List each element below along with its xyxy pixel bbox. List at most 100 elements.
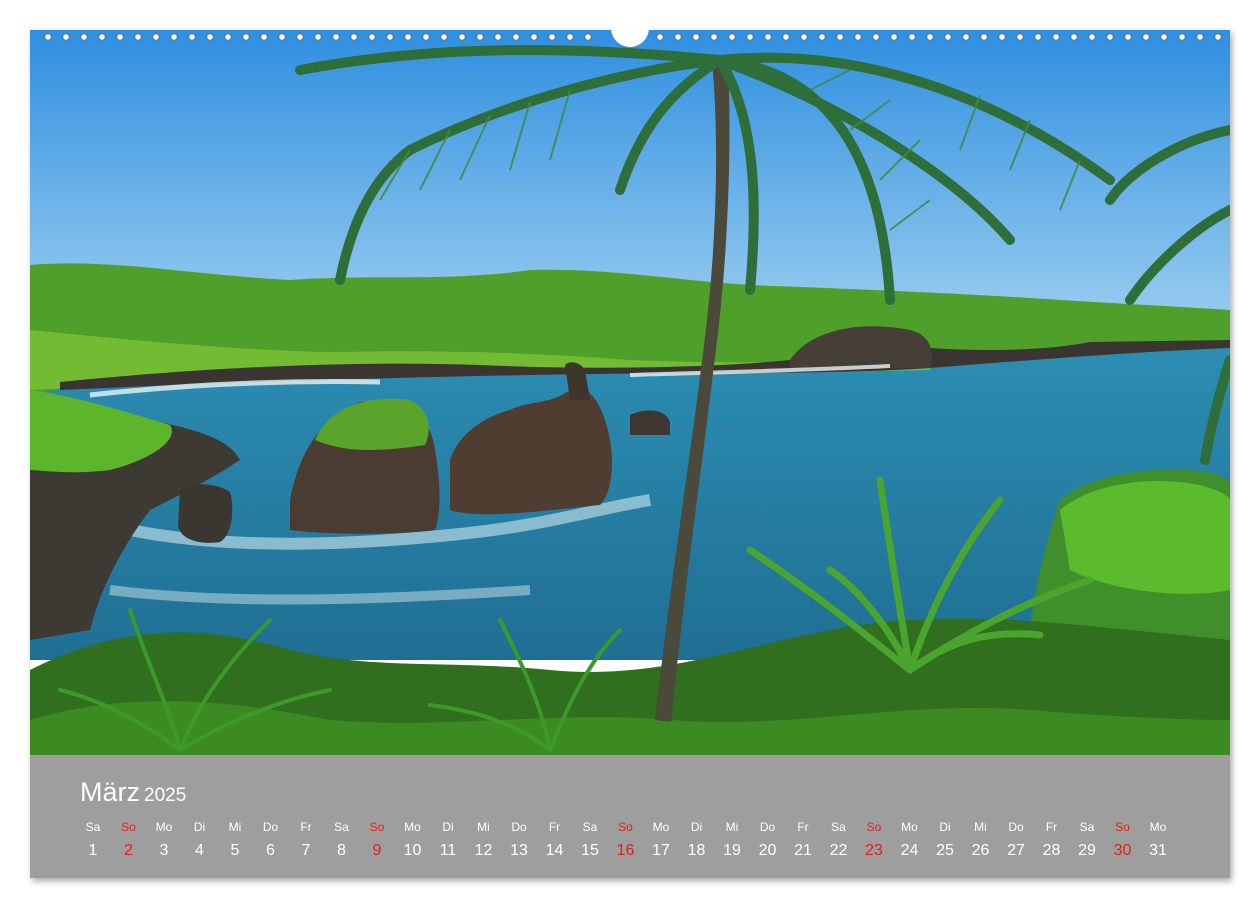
weekday-label: Mo [155, 820, 173, 834]
binding-hole [422, 33, 430, 41]
binding-hole [764, 33, 772, 41]
binding-hole [566, 33, 574, 41]
day-number: 13 [510, 842, 528, 859]
binding-hole [242, 33, 250, 41]
weekday-label: So [369, 820, 385, 834]
day-number: 18 [687, 842, 706, 859]
binding-hole [80, 33, 88, 41]
binding-hole [296, 33, 304, 41]
binding-hole [1070, 33, 1078, 41]
binding-hole [908, 33, 916, 41]
binding-hole [1124, 33, 1132, 41]
binding-hole [1106, 33, 1114, 41]
day-number: 14 [545, 842, 564, 859]
binding-hole [278, 33, 286, 41]
day-number: 11 [439, 842, 457, 859]
weekday-label: Mo [652, 820, 670, 834]
weekday-label: Mi [228, 820, 242, 834]
binding-hole [530, 33, 538, 41]
binding-hole [1214, 33, 1222, 41]
weekday-label: Do [262, 820, 279, 834]
binding-hole [1052, 33, 1060, 41]
binding-hole [1160, 33, 1168, 41]
weekday-label: So [1115, 820, 1130, 834]
weekday-label: Sa [1079, 820, 1095, 834]
binding-hole [170, 33, 178, 41]
weekday-label: Mo [901, 820, 918, 834]
binding-hole [134, 33, 142, 41]
binding-hole [800, 33, 808, 41]
day-number: 24 [900, 842, 919, 859]
binding-hole [152, 33, 160, 41]
binding-hole [692, 33, 700, 41]
day-number: 15 [581, 842, 599, 859]
weekday-label: So [121, 820, 136, 834]
day-number: 5 [230, 842, 240, 859]
calendar-page: März 2025 Sa 1 So 2 Mo 3 Di 4 Mi 5 Do 6 Fr 7 Sa 8 So 9 Mo 10… [30, 28, 1230, 878]
day-number: 12 [474, 842, 493, 859]
weekday-label: Mi [477, 820, 490, 834]
binding-hole [314, 33, 322, 41]
binding-hole [458, 33, 466, 41]
tropical-coast-photo [30, 30, 1230, 755]
binding-hole [872, 33, 880, 41]
binding-hole [1142, 33, 1150, 41]
day-number: 28 [1042, 842, 1061, 859]
weekday-label: Mo [1149, 820, 1167, 834]
weekday-label: Fr [300, 820, 312, 834]
weekday-label: Di [193, 820, 206, 834]
binding-hole [188, 33, 196, 41]
binding-hole [332, 33, 340, 41]
binding-hole [350, 33, 358, 41]
day-number: 27 [1007, 842, 1025, 859]
binding-hole [1016, 33, 1024, 41]
weekday-label: Sa [582, 820, 598, 834]
day-number: 10 [403, 842, 422, 859]
binding-hole [440, 33, 448, 41]
binding-hole [1088, 33, 1096, 41]
weekday-label: Do [511, 820, 527, 834]
weekday-label: Fr [797, 820, 809, 834]
day-number: 23 [865, 842, 883, 859]
binding-hole [1034, 33, 1042, 41]
binding-hole [674, 33, 682, 41]
day-number: 2 [124, 842, 133, 859]
weekday-label: So [618, 820, 633, 834]
binding-hole [890, 33, 898, 41]
calendar-grid: März 2025 Sa 1 So 2 Mo 3 Di 4 Mi 5 Do 6 Fr 7 Sa 8 So 9 Mo 10… [30, 755, 1230, 878]
day-number: 16 [616, 842, 635, 859]
binding-hole [62, 33, 70, 41]
binding-hole [260, 33, 268, 41]
day-number: 19 [723, 842, 741, 859]
day-number: 21 [794, 842, 812, 859]
day-number: 30 [1113, 842, 1132, 859]
binding-hole [980, 33, 988, 41]
day-number: 22 [829, 842, 848, 859]
binding-hole [98, 33, 106, 41]
binding-hole [818, 33, 826, 41]
binding-hole [404, 33, 412, 41]
binding-hole [224, 33, 232, 41]
month-year: 2025 [144, 785, 187, 806]
weekday-label: Di [690, 820, 703, 834]
binding-hole [44, 33, 52, 41]
binding-hole [368, 33, 376, 41]
weekday-label: Mi [725, 820, 739, 834]
weekday-label: Fr [548, 820, 561, 834]
binding-hole [710, 33, 718, 41]
binding-hole [512, 33, 520, 41]
day-number: 3 [159, 842, 169, 859]
binding-hole [548, 33, 556, 41]
weekday-label: Do [759, 820, 776, 834]
binding-hole [1178, 33, 1186, 41]
binding-hole [584, 33, 592, 41]
binding-hole [926, 33, 934, 41]
day-number: 17 [652, 842, 670, 859]
day-number: 20 [758, 842, 777, 859]
weekday-label: Sa [831, 820, 846, 834]
weekday-label: Di [442, 820, 454, 834]
binding-hole [836, 33, 844, 41]
day-number: 25 [936, 842, 954, 859]
month-name: März [80, 777, 140, 807]
day-number: 6 [266, 842, 275, 859]
